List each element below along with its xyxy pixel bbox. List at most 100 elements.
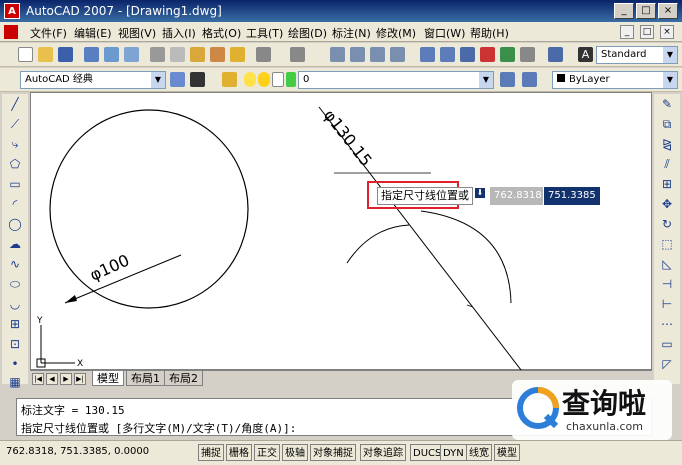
offset-icon[interactable]: ⫽: [659, 156, 675, 172]
design-center-icon[interactable]: [440, 47, 455, 62]
maximize-button[interactable]: □: [636, 3, 656, 19]
drawing-canvas[interactable]: φ100 φ130.15 Y X 指定尺寸线位置或 ⬇ 762.8318 751…: [30, 92, 652, 371]
line-icon[interactable]: ╱: [7, 96, 23, 112]
down-arrow-icon[interactable]: ⬇: [475, 188, 485, 198]
undo-icon[interactable]: [256, 47, 271, 62]
command-prompt-line[interactable]: 指定尺寸线位置或 [多行文字(M)/文字(T)/角度(A)]:: [21, 420, 296, 436]
lineweight-button[interactable]: 线宽: [466, 444, 492, 461]
grid-button[interactable]: 栅格: [226, 444, 252, 461]
app-icon[interactable]: A: [4, 3, 20, 19]
coordinate-readout[interactable]: 762.8318, 751.3385, 0.0000: [6, 446, 149, 457]
ortho-button[interactable]: 正交: [254, 444, 280, 461]
cut-icon[interactable]: [150, 47, 165, 62]
array-icon[interactable]: ⊞: [659, 176, 675, 192]
tab-layout2[interactable]: 布局2: [164, 371, 203, 386]
drawn-circle[interactable]: [49, 109, 249, 309]
layer-freeze-icon[interactable]: [258, 72, 270, 87]
tab-model[interactable]: 模型: [92, 371, 124, 386]
zoom-previous-icon[interactable]: [390, 47, 405, 62]
mirror-icon[interactable]: ⧎: [659, 136, 675, 152]
dyn-button[interactable]: DYN: [440, 444, 467, 461]
tool-palettes-icon[interactable]: [460, 47, 475, 62]
polyline-icon[interactable]: ⤷: [7, 136, 23, 152]
doc-icon[interactable]: [4, 25, 18, 39]
osnap-button[interactable]: 对象捕捉: [310, 444, 356, 461]
save-workspace-icon[interactable]: [190, 72, 205, 87]
layer-on-icon[interactable]: [244, 72, 256, 87]
first-tab-button[interactable]: |◀: [32, 373, 44, 385]
menu-window[interactable]: 窗口(W): [424, 25, 465, 41]
revision-cloud-icon[interactable]: ☁: [7, 236, 23, 252]
copy-icon[interactable]: [170, 47, 185, 62]
menu-tools[interactable]: 工具(T): [246, 25, 283, 41]
help-icon[interactable]: [548, 47, 563, 62]
sheet-set-icon[interactable]: [480, 47, 495, 62]
menu-view[interactable]: 视图(V): [118, 25, 156, 41]
last-tab-button[interactable]: ▶|: [74, 373, 86, 385]
break-icon[interactable]: ⋯: [659, 316, 675, 332]
spline-icon[interactable]: ∿: [7, 256, 23, 272]
markup-icon[interactable]: [500, 47, 515, 62]
prev-tab-button[interactable]: ◀: [46, 373, 58, 385]
make-current-icon[interactable]: [500, 72, 515, 87]
model-button[interactable]: 模型: [494, 444, 520, 461]
text-style-icon[interactable]: A: [578, 47, 593, 62]
rectangle-icon[interactable]: ▭: [7, 176, 23, 192]
block-editor-icon[interactable]: [230, 47, 245, 62]
calculator-icon[interactable]: [520, 47, 535, 62]
layer-plot-icon[interactable]: [286, 72, 296, 87]
join-icon[interactable]: ▭: [659, 336, 675, 352]
insert-block-icon[interactable]: ⊞: [7, 316, 23, 332]
ellipse-arc-icon[interactable]: ◡: [7, 296, 23, 312]
menu-file[interactable]: 文件(F): [30, 25, 67, 41]
snap-button[interactable]: 捕捉: [198, 444, 224, 461]
linetype-combo[interactable]: ByLayer ▼: [552, 71, 678, 89]
mdi-minimize-button[interactable]: _: [620, 25, 634, 39]
move-icon[interactable]: ✥: [659, 196, 675, 212]
menu-format[interactable]: 格式(O): [202, 25, 241, 41]
save-icon[interactable]: [58, 47, 73, 62]
workspace-settings-icon[interactable]: [170, 72, 185, 87]
minimize-button[interactable]: _: [614, 3, 634, 19]
construction-line-icon[interactable]: ⟋: [7, 116, 23, 132]
menu-dimension[interactable]: 标注(N): [332, 25, 371, 41]
close-button[interactable]: ×: [658, 3, 678, 19]
workspace-combo[interactable]: AutoCAD 经典 ▼: [20, 71, 166, 89]
next-tab-button[interactable]: ▶: [60, 373, 72, 385]
layer-combo[interactable]: 0 ▼: [298, 71, 494, 89]
scale-icon[interactable]: ⬚: [659, 236, 675, 252]
menu-insert[interactable]: 插入(I): [162, 25, 196, 41]
open-icon[interactable]: [38, 47, 53, 62]
rotate-icon[interactable]: ↻: [659, 216, 675, 232]
plot-preview-icon[interactable]: [104, 47, 119, 62]
copy-object-icon[interactable]: ⧉: [659, 116, 675, 132]
print-icon[interactable]: [84, 47, 99, 62]
zoom-realtime-icon[interactable]: [350, 47, 365, 62]
chamfer-icon[interactable]: ◸: [659, 356, 675, 372]
publish-icon[interactable]: [124, 47, 139, 62]
layer-previous-icon[interactable]: [522, 72, 537, 87]
make-block-icon[interactable]: ⊡: [7, 336, 23, 352]
trim-icon[interactable]: ⊣: [659, 276, 675, 292]
stretch-icon[interactable]: ◺: [659, 256, 675, 272]
erase-icon[interactable]: ✎: [659, 96, 675, 112]
mdi-restore-button[interactable]: □: [640, 25, 654, 39]
dynamic-y-input[interactable]: 751.3385: [543, 186, 601, 206]
match-properties-icon[interactable]: [210, 47, 225, 62]
pan-icon[interactable]: [330, 47, 345, 62]
mdi-close-button[interactable]: ×: [660, 25, 674, 39]
layer-lock-icon[interactable]: [272, 72, 284, 87]
point-icon[interactable]: •: [7, 356, 23, 372]
menu-draw[interactable]: 绘图(D): [288, 25, 327, 41]
redo-icon[interactable]: [290, 47, 305, 62]
ellipse-icon[interactable]: ⬭: [7, 276, 23, 292]
new-icon[interactable]: [18, 47, 33, 62]
dynamic-x-input[interactable]: 762.8318: [489, 186, 547, 206]
extend-icon[interactable]: ⊢: [659, 296, 675, 312]
text-style-combo[interactable]: Standard ▼: [596, 46, 678, 64]
layer-manager-icon[interactable]: [222, 72, 237, 87]
zoom-window-icon[interactable]: [370, 47, 385, 62]
otrack-button[interactable]: 对象追踪: [360, 444, 406, 461]
menu-help[interactable]: 帮助(H): [470, 25, 509, 41]
properties-icon[interactable]: [420, 47, 435, 62]
